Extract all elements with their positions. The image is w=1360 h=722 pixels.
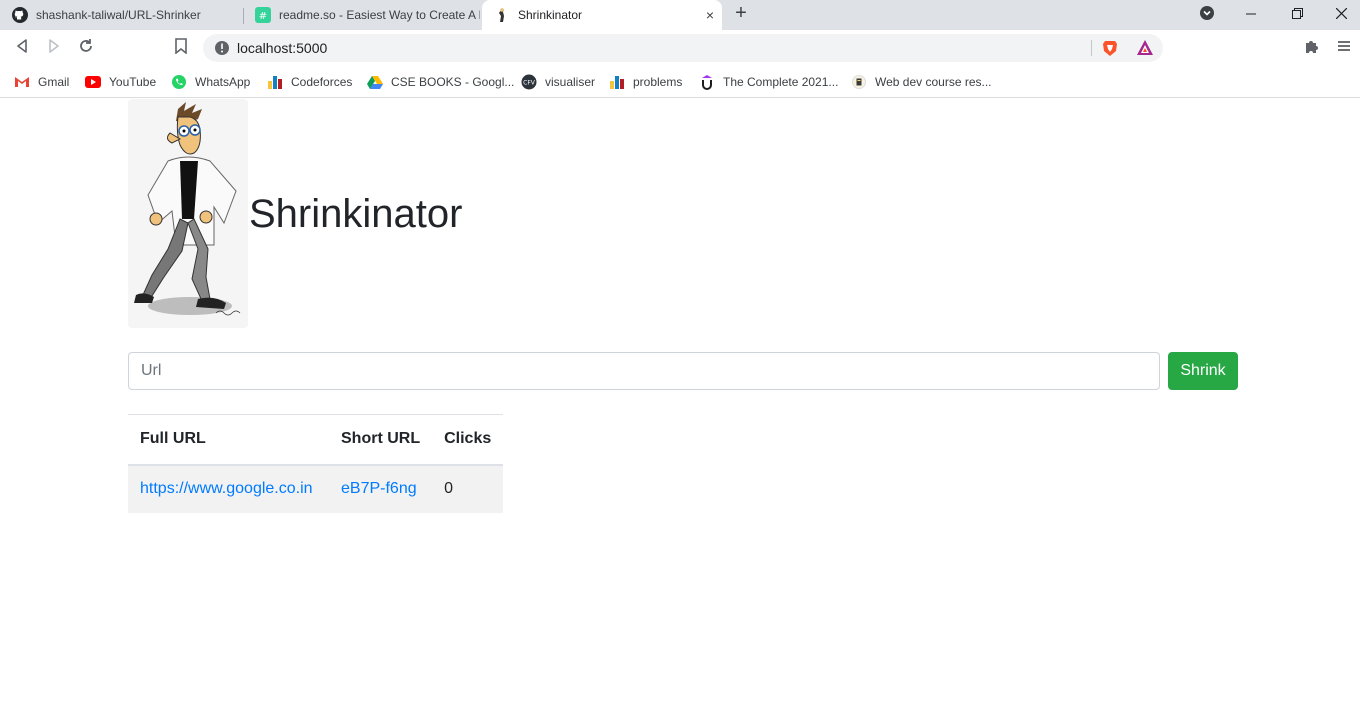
- doofenshmirtz-logo: [128, 99, 248, 328]
- bookmark-youtube[interactable]: YouTube: [85, 72, 156, 92]
- notion-icon: [851, 74, 867, 90]
- google-drive-icon: [367, 74, 383, 90]
- bookmark-label: visualiser: [545, 75, 596, 89]
- gmail-icon: [14, 74, 30, 90]
- bookmark-codeforces[interactable]: Codeforces: [267, 72, 352, 92]
- tab-title: readme.so - Easiest Way to Create A R: [279, 8, 480, 22]
- close-window-button[interactable]: [1318, 0, 1360, 30]
- tab-close-icon[interactable]: ×: [702, 7, 718, 23]
- bookmark-label: Codeforces: [291, 75, 353, 89]
- full-url-link[interactable]: https://www.google.co.in: [140, 480, 313, 497]
- forward-button[interactable]: [44, 38, 64, 58]
- readme-icon: #: [255, 7, 271, 23]
- bookmark-label: CSE BOOKS - Googl...: [391, 75, 515, 89]
- tab-title: shashank-taliwal/URL-Shrinker: [36, 8, 201, 22]
- page-title: Shrinkinator: [249, 192, 463, 236]
- svg-text:CFV: CFV: [523, 80, 536, 87]
- table-row: https://www.google.co.in eB7P-f6ng 0: [128, 464, 504, 513]
- forward-arrow-icon: [47, 38, 61, 58]
- menu-icon: [1338, 39, 1350, 57]
- table-header-row: Full URL Short URL Clicks: [128, 414, 504, 466]
- column-header-full-url: Full URL: [128, 414, 329, 466]
- minimize-icon: [1246, 6, 1256, 24]
- svg-text:#: #: [259, 11, 267, 22]
- restore-icon: [1291, 6, 1303, 24]
- new-tab-button[interactable]: +: [733, 3, 749, 23]
- bookmark-label: WhatsApp: [195, 75, 251, 89]
- tab-readme[interactable]: # readme.so - Easiest Way to Create A R: [243, 0, 480, 30]
- bookmark-web-dev[interactable]: Web dev course res...: [851, 72, 992, 92]
- youtube-icon: [85, 74, 101, 90]
- puzzle-icon: [1304, 38, 1320, 59]
- short-url-link[interactable]: eB7P-f6ng: [341, 480, 417, 497]
- bookmark-label: problems: [633, 75, 683, 89]
- address-text: localhost:5000: [237, 40, 328, 56]
- bookmark-button[interactable]: [171, 37, 191, 59]
- bookmark-visualiser[interactable]: CFV visualiser: [521, 72, 595, 92]
- bookmark-cse-books[interactable]: CSE BOOKS - Googl...: [367, 72, 514, 92]
- udemy-icon: [699, 74, 715, 90]
- extensions-button[interactable]: [1302, 38, 1322, 58]
- chevron-down-icon: [1199, 5, 1215, 26]
- menu-button[interactable]: [1334, 38, 1354, 58]
- bookmark-label: The Complete 2021...: [723, 75, 839, 89]
- restore-button[interactable]: [1274, 0, 1320, 30]
- brave-rewards-icon[interactable]: [1136, 39, 1154, 62]
- shrink-button[interactable]: Shrink: [1168, 352, 1238, 390]
- full-url-cell: https://www.google.co.in: [128, 464, 329, 513]
- bookmark-label: Gmail: [38, 75, 70, 89]
- tab-strip: shashank-taliwal/URL-Shrinker # readme.s…: [0, 0, 1360, 30]
- tab-title: Shrinkinator: [518, 8, 583, 22]
- clicks-cell: 0: [432, 464, 504, 513]
- back-arrow-icon: [15, 38, 29, 58]
- bookmark-label: YouTube: [109, 75, 157, 89]
- reload-icon: [78, 38, 94, 59]
- bookmark-problems[interactable]: problems: [609, 72, 682, 92]
- visualiser-icon: CFV: [521, 74, 537, 90]
- short-url-cell: eB7P-f6ng: [329, 464, 433, 513]
- github-icon: [12, 7, 28, 23]
- back-button[interactable]: [12, 38, 32, 58]
- tab-github[interactable]: shashank-taliwal/URL-Shrinker: [0, 0, 243, 30]
- bar-chart-icon: [609, 74, 625, 90]
- close-icon: [1335, 6, 1347, 24]
- minimize-button[interactable]: [1228, 0, 1274, 30]
- bookmark-gmail[interactable]: Gmail: [14, 72, 69, 92]
- address-bar[interactable]: localhost:5000: [203, 34, 1163, 62]
- info-icon[interactable]: [214, 40, 230, 61]
- bookmark-complete-2021[interactable]: The Complete 2021...: [699, 72, 838, 92]
- bookmarks-bar: Gmail YouTube WhatsApp Codeforces CSE BO…: [0, 66, 1360, 98]
- codeforces-icon: [267, 74, 283, 90]
- brave-shield-icon[interactable]: [1101, 39, 1119, 62]
- bookmark-icon: [175, 37, 187, 59]
- column-header-short-url: Short URL: [329, 414, 433, 466]
- address-divider: [1091, 40, 1092, 56]
- reload-button[interactable]: [76, 38, 96, 58]
- bookmark-whatsapp[interactable]: WhatsApp: [171, 72, 250, 92]
- url-table: Full URL Short URL Clicks https://www.go…: [128, 414, 504, 513]
- bookmark-label: Web dev course res...: [875, 75, 992, 89]
- doofenshmirtz-icon: [494, 7, 510, 23]
- tab-shrinkinator[interactable]: Shrinkinator: [482, 0, 722, 30]
- tab-search-button[interactable]: [1184, 0, 1230, 30]
- column-header-clicks: Clicks: [432, 414, 504, 466]
- whatsapp-icon: [171, 74, 187, 90]
- url-input[interactable]: [128, 352, 1160, 390]
